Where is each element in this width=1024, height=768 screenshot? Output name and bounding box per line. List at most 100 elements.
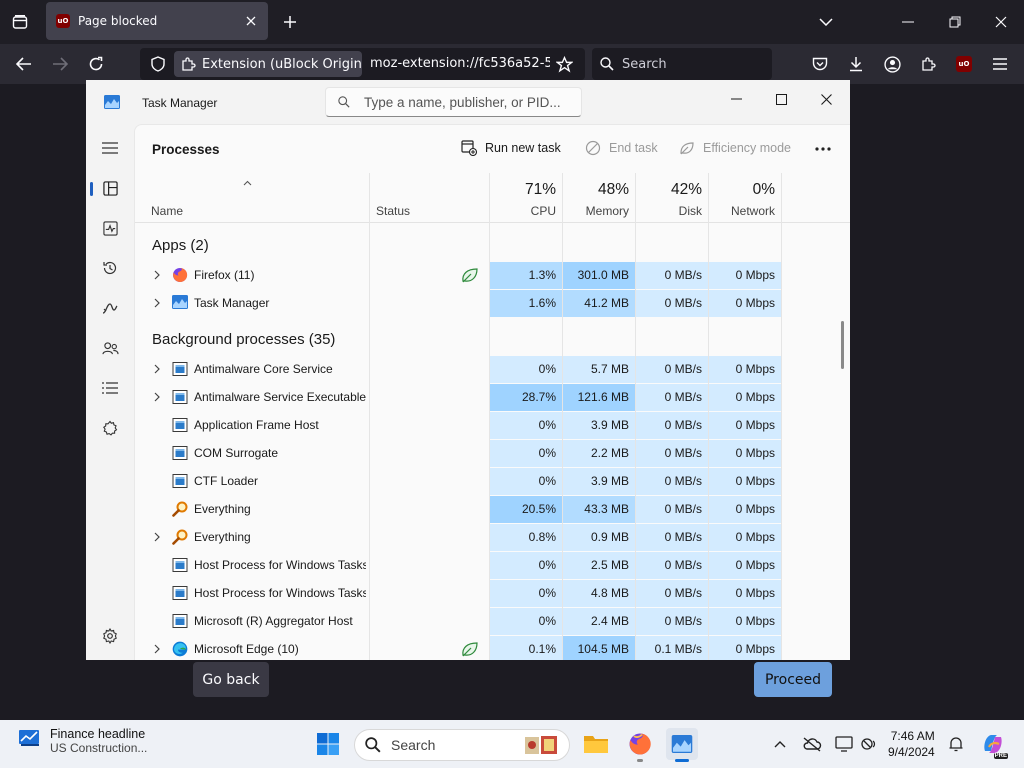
file-explorer-icon[interactable]	[580, 728, 612, 760]
back-arrow-icon[interactable]	[12, 52, 36, 76]
tracking-shield-icon[interactable]	[148, 54, 168, 74]
process-row[interactable]: Microsoft (R) Aggregator Host 0% 2.4 MB 0 M…	[135, 607, 850, 635]
efficiency-mode-button[interactable]: Efficiency mode	[679, 140, 791, 156]
process-row[interactable]: Host Process for Windows Tasks 0% 4.8 MB 0 …	[135, 579, 850, 607]
memory-cell: 104.5 MB	[563, 636, 635, 660]
cloud-sync-icon[interactable]	[802, 734, 822, 754]
display-icon[interactable]	[834, 734, 854, 754]
proceed-button[interactable]: Proceed	[754, 662, 832, 697]
hamburger-menu-icon[interactable]	[100, 138, 120, 158]
process-name: Microsoft (R) Aggregator Host	[194, 614, 353, 628]
close-window-icon[interactable]	[989, 10, 1013, 34]
close-tab-icon[interactable]	[238, 8, 264, 34]
network-volume-icon[interactable]	[860, 734, 880, 754]
show-hidden-icons-chevron-icon[interactable]	[770, 734, 790, 754]
expand-chevron-icon[interactable]	[152, 298, 162, 308]
firefox-view-icon[interactable]	[8, 10, 32, 34]
services-puzzle-icon[interactable]	[100, 418, 120, 438]
network-cell: 0 Mbps	[709, 356, 781, 383]
url-text[interactable]: moz-extension://fc536a52-5	[370, 56, 550, 71]
expand-chevron-icon[interactable]	[152, 392, 162, 402]
url-bar[interactable]: Extension (uBlock Origin) moz-extension:…	[140, 48, 585, 80]
performance-icon[interactable]	[100, 218, 120, 238]
edge-icon	[172, 641, 188, 657]
service-icon	[172, 445, 188, 461]
new-tab-icon[interactable]	[278, 10, 302, 34]
process-name: Application Frame Host	[194, 418, 319, 432]
ublock-origin-icon[interactable]: uO	[952, 52, 976, 76]
app-history-icon[interactable]	[100, 258, 120, 278]
network-cell: 0 Mbps	[709, 468, 781, 495]
column-header-cpu[interactable]: 71% CPU	[490, 173, 563, 223]
task-manager-taskbar-icon[interactable]	[666, 728, 698, 762]
start-windows-icon[interactable]	[312, 728, 344, 760]
list-tabs-chevron-icon[interactable]	[814, 10, 838, 34]
restore-icon[interactable]	[943, 10, 967, 34]
process-row[interactable]: Microsoft Edge (10) 0.1% 104.5 MB 0.1 MB/s 0…	[135, 635, 850, 660]
firefox-taskbar-icon[interactable]	[624, 728, 656, 762]
process-row[interactable]: CTF Loader 0% 3.9 MB 0 MB/s 0 Mbps	[135, 467, 850, 495]
process-row[interactable]: Antimalware Service Executable 28.7% 121.6…	[135, 383, 850, 411]
settings-gear-icon[interactable]	[100, 626, 120, 646]
reload-icon[interactable]	[84, 52, 108, 76]
tm-close-icon[interactable]	[808, 86, 844, 112]
process-row[interactable]: Firefox (11) 1.3% 301.0 MB 0 MB/s 0 Mbps	[135, 261, 850, 289]
search-placeholder: Search	[622, 56, 667, 72]
run-new-task-button[interactable]: Run new task	[461, 140, 561, 156]
account-icon[interactable]	[880, 52, 904, 76]
memory-cell: 41.2 MB	[563, 290, 635, 317]
disk-cell: 0 MB/s	[636, 290, 708, 317]
extensions-puzzle-icon[interactable]	[916, 52, 940, 76]
end-task-button[interactable]: End task	[585, 140, 658, 156]
column-header-network[interactable]: 0% Network	[709, 173, 782, 223]
expand-chevron-icon[interactable]	[152, 270, 162, 280]
process-row[interactable]: Everything 0.8% 0.9 MB 0 MB/s 0 Mbps	[135, 523, 850, 551]
group-header-background[interactable]: Background processes (35)	[152, 331, 335, 348]
notification-bell-icon[interactable]	[946, 734, 966, 754]
expand-chevron-icon[interactable]	[152, 364, 162, 374]
vertical-scrollbar-thumb[interactable]	[841, 321, 844, 369]
forward-arrow-icon[interactable]	[48, 52, 72, 76]
expand-chevron-icon[interactable]	[152, 532, 162, 542]
process-row[interactable]: COM Surrogate 0% 2.2 MB 0 MB/s 0 Mbps	[135, 439, 850, 467]
process-row[interactable]: Everything 20.5% 43.3 MB 0 MB/s 0 Mbps	[135, 495, 850, 523]
tm-minimize-icon[interactable]	[718, 86, 754, 112]
disk-cell: 0 MB/s	[636, 468, 708, 495]
downloads-icon[interactable]	[844, 52, 868, 76]
disk-cell: 0 MB/s	[636, 384, 708, 411]
column-header-status[interactable]: Status	[370, 173, 490, 223]
process-row[interactable]: Task Manager 1.6% 41.2 MB 0 MB/s 0 Mbps	[135, 289, 850, 317]
memory-cell: 43.3 MB	[563, 496, 635, 523]
column-header-memory[interactable]: 48% Memory	[563, 173, 636, 223]
efficiency-status-leaf-icon	[461, 641, 479, 657]
process-row[interactable]: Application Frame Host 0% 3.9 MB 0 MB/s 0 Mb…	[135, 411, 850, 439]
system-clock[interactable]: 7:46 AM 9/4/2024	[888, 728, 935, 760]
go-back-button[interactable]: Go back	[193, 662, 269, 697]
sort-chevron-up-icon	[243, 180, 252, 186]
processes-icon[interactable]	[100, 178, 120, 198]
taskbar-search-box[interactable]: Search	[354, 729, 570, 761]
details-list-icon[interactable]	[100, 378, 120, 398]
process-search-input[interactable]: Type a name, publisher, or PID...	[325, 87, 582, 117]
minimize-icon[interactable]	[896, 10, 920, 34]
browser-tab[interactable]: uO Page blocked	[46, 2, 268, 40]
users-icon[interactable]	[100, 338, 120, 358]
extension-identity-chip[interactable]: Extension (uBlock Origin)	[174, 51, 362, 77]
extension-name: Extension (uBlock Origin)	[202, 56, 362, 72]
widgets-news[interactable]: Finance headline US Construction...	[18, 727, 147, 755]
expand-chevron-icon[interactable]	[152, 644, 162, 654]
more-options-icon[interactable]	[815, 147, 831, 151]
column-header-disk[interactable]: 42% Disk	[636, 173, 709, 223]
copilot-icon[interactable]: PRE	[980, 731, 1008, 759]
search-bar[interactable]: Search	[592, 48, 772, 80]
column-header-name[interactable]: Name	[135, 173, 370, 223]
group-header-apps[interactable]: Apps (2)	[152, 237, 209, 254]
startup-apps-icon[interactable]	[100, 298, 120, 318]
process-row[interactable]: Host Process for Windows Tasks 0% 2.5 MB 0 …	[135, 551, 850, 579]
tm-maximize-icon[interactable]	[763, 86, 799, 112]
pocket-icon[interactable]	[808, 52, 832, 76]
process-row[interactable]: Antimalware Core Service 0% 5.7 MB 0 MB/s 0 …	[135, 355, 850, 383]
memory-header-label: Memory	[585, 204, 629, 218]
hamburger-menu-icon[interactable]	[988, 52, 1012, 76]
bookmark-star-icon[interactable]	[554, 54, 574, 74]
